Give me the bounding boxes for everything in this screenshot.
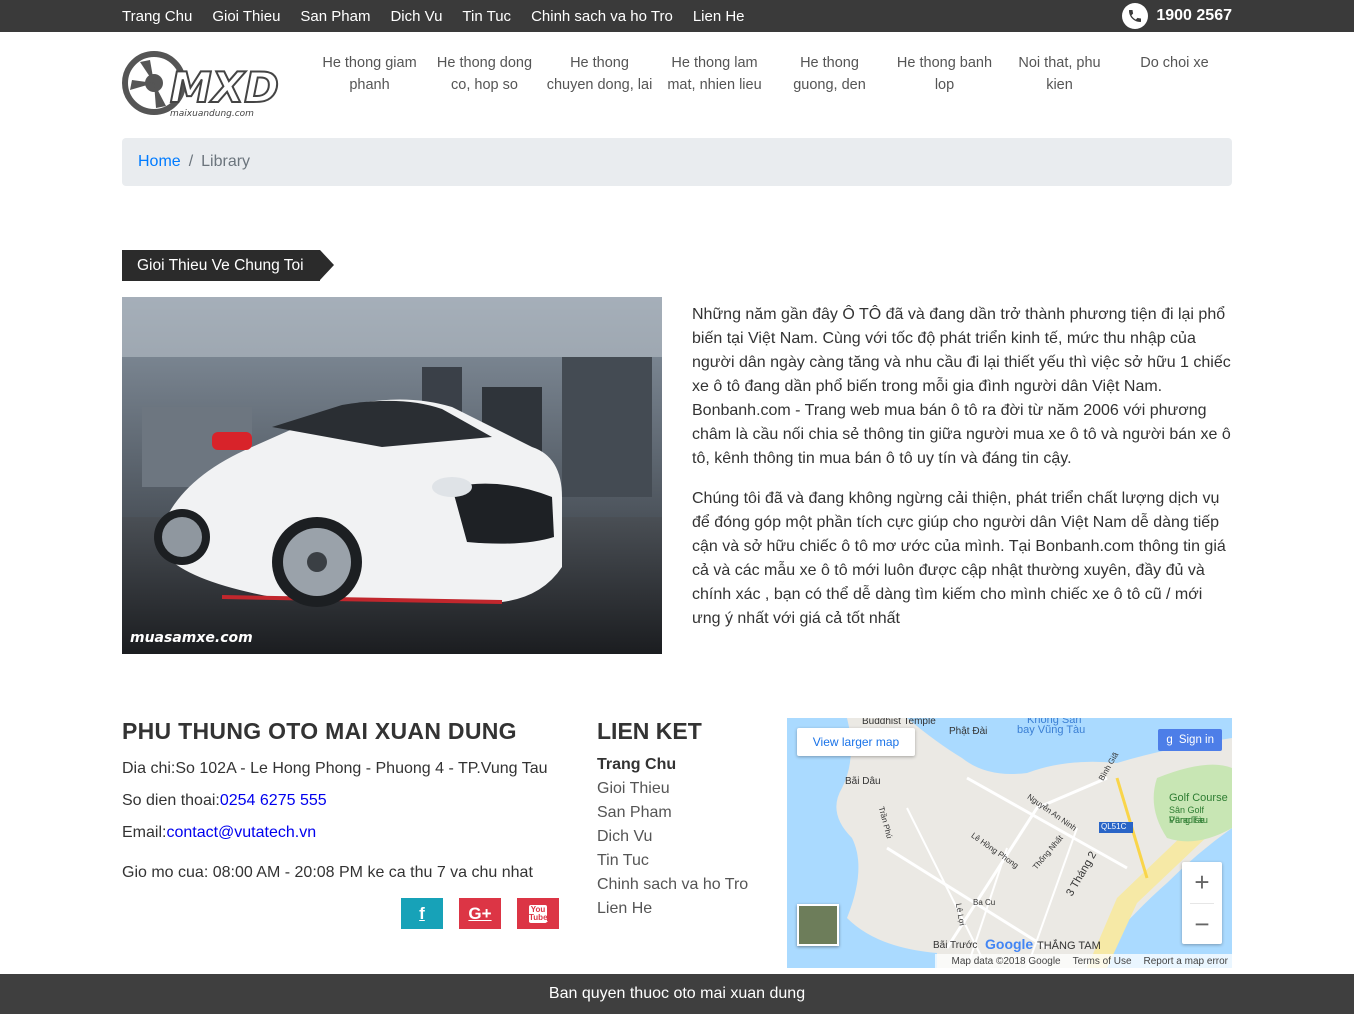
map-label-golf: Golf Course [1169,792,1228,804]
section-title: Gioi Thieu Ve Chung Toi [122,250,334,281]
facebook-button[interactable]: f [401,898,443,929]
zoom-out-button[interactable]: − [1182,904,1222,945]
topnav-san-pham[interactable]: San Pham [300,8,370,25]
topnav-tin-tuc[interactable]: Tin Tuc [462,8,511,25]
view-larger-map-button[interactable]: View larger map [797,728,915,756]
opening-hours: Gio mo cua: 08:00 AM - 20:08 PM ke ca th… [122,864,533,881]
google-g-icon: g [1166,734,1173,746]
image-watermark: muasamxe.com [130,630,253,646]
google-plus-button[interactable]: G+ [459,898,501,929]
map-report-link[interactable]: Report a map error [1144,956,1228,967]
logo-text: MXD [170,63,279,112]
youtube-button[interactable]: You Tube [517,898,559,929]
nav-lam-mat[interactable]: He thong lam mat, nhien lieu [657,52,772,96]
facebook-icon: f [419,903,425,923]
breadcrumb: Home / Library [122,138,1232,186]
footer-link-tin-tuc[interactable]: Tin Tuc [597,849,767,873]
email-link[interactable]: contact@vutatech.vn [166,824,316,841]
topnav-trang-chu[interactable]: Trang Chu [122,8,192,25]
map-label-thang-tam: THẮNG TAM [1037,940,1101,952]
google-logo: Google [985,936,1034,952]
map-label-temple: Buddhist Temple [862,718,936,727]
about-paragraph-1: Những năm gần đây Ô TÔ đã và đang dần tr… [692,306,1231,467]
map-zoom-control: + − [1182,862,1222,944]
footer-link-gioi-thieu[interactable]: Gioi Thieu [597,777,767,801]
map-label-bay-vung-tau: bay Vũng Tàu [1017,724,1086,736]
company-phone: So dien thoai:0254 6275 555 [122,792,327,809]
topnav-lien-he[interactable]: Lien He [693,8,745,25]
topnav-gioi-thieu[interactable]: Gioi Thieu [212,8,280,25]
phone-icon [1122,3,1149,29]
youtube-icon: You Tube [529,904,548,923]
nav-do-choi[interactable]: Do choi xe [1117,52,1232,96]
nav-noi-that[interactable]: Noi that, phu kien [1002,52,1117,96]
map-label-golf-3: Vũng Tàu [1169,815,1208,825]
map-data-credit: Map data ©2018 Google [951,955,1061,967]
map-label-ql51c: QL51C [1101,822,1127,831]
google-map[interactable]: Buddhist Temple Phật Đài Khong San bay V… [787,718,1232,968]
map-terms-link[interactable]: Terms of Use [1073,956,1132,967]
copyright-bar: Ban quyen thuoc oto mai xuan dung [0,974,1354,1014]
top-bar: Trang Chu Gioi Thieu San Pham Dich Vu Ti… [0,0,1354,32]
logo-subtext: maixuandung.com [170,109,254,119]
google-plus-icon: G+ [468,903,492,923]
hotline[interactable]: 1900 2567 [1122,3,1232,29]
nav-banh-lop[interactable]: He thong banh lop [887,52,1002,96]
about-text: Những năm gần đây Ô TÔ đã và đang dần tr… [692,303,1232,647]
copyright-text: Ban quyen thuoc oto mai xuan dung [548,985,806,1002]
zoom-in-button[interactable]: + [1182,862,1222,903]
main-navigation: He thong giam phanh He thong dong co, ho… [312,52,1232,96]
breadcrumb-current: Library [201,153,251,170]
footer-link-dich-vu[interactable]: Dich Vu [597,825,767,849]
social-buttons: f G+ You Tube [401,898,575,929]
nav-guong-den[interactable]: He thong guong, den [772,52,887,96]
links-title: LIEN KET [597,718,702,744]
company-email: Email:contact@vutatech.vn [122,824,317,841]
footer-link-chinh-sach[interactable]: Chinh sach va ho Tro [597,873,767,897]
breadcrumb-home[interactable]: Home [138,153,181,171]
company-info: PHU THUNG OTO MAI XUAN DUNG Dia chi:So 1… [122,718,572,889]
map-label-phat-dai: Phật Đài [949,726,988,737]
hotline-number: 1900 2567 [1156,7,1232,24]
topnav-dich-vu[interactable]: Dich Vu [390,8,442,25]
nav-giam-phanh[interactable]: He thong giam phanh [312,52,427,96]
nav-chuyen-dong[interactable]: He thong chuyen dong, lai [542,52,657,96]
phone-link[interactable]: 0254 6275 555 [220,792,327,809]
nav-dong-co[interactable]: He thong dong co, hop so [427,52,542,96]
breadcrumb-separator: / [188,153,194,170]
footer-links: LIEN KET Trang Chu Gioi Thieu San Pham D… [597,718,767,921]
footer-link-trang-chu[interactable]: Trang Chu [597,753,767,777]
topnav-chinh-sach[interactable]: Chinh sach va ho Tro [531,8,673,25]
about-paragraph-2: Chúng tôi đã và đang không ngừng cải thi… [692,490,1226,627]
footer-link-lien-he[interactable]: Lien He [597,897,767,921]
company-name: PHU THUNG OTO MAI XUAN DUNG [122,718,517,744]
company-address: Dia chi:So 102A - Le Hong Phong - Phuong… [122,760,548,777]
map-label-bai-truoc: Bãi Trước [933,940,978,951]
map-attribution: Map data ©2018 Google Terms of Use Repor… [935,954,1232,968]
about-car-image: muasamxe.com [122,297,662,654]
site-logo[interactable]: MXD maixuandung.com [122,50,284,120]
satellite-toggle[interactable] [797,904,839,946]
top-navigation: Trang Chu Gioi Thieu San Pham Dich Vu Ti… [122,0,765,32]
footer-link-san-pham[interactable]: San Pham [597,801,767,825]
map-label-ba-cu: Ba Cu [973,898,996,907]
map-label-bai-dau: Bãi Dâu [845,776,881,787]
map-sign-in-button[interactable]: g Sign in [1158,729,1222,751]
